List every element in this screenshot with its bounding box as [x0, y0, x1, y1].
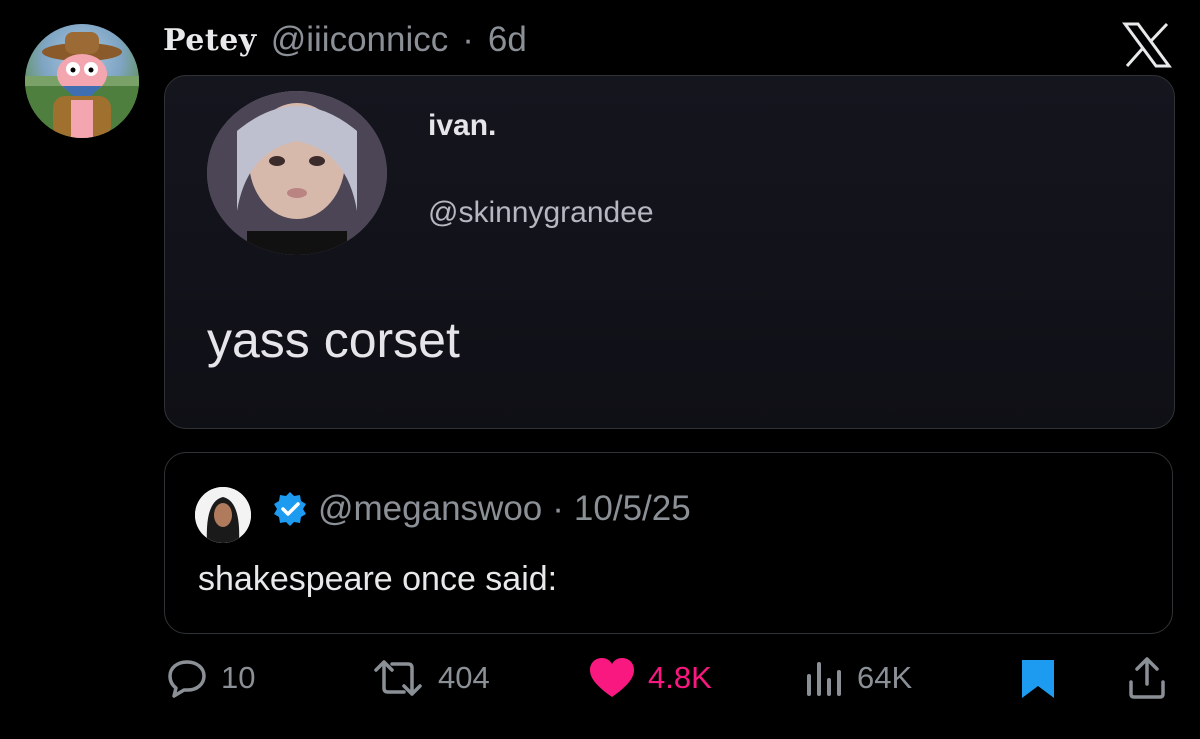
media-handle: @skinnygrandee [428, 196, 654, 229]
quoted-author-avatar[interactable] [195, 487, 251, 543]
action-bar: 10 404 4.8K 64K [0, 656, 1200, 708]
separator-dot: · [462, 20, 474, 59]
reply-button[interactable]: 10 [165, 656, 255, 700]
views-button[interactable]: 64K [803, 656, 912, 700]
bookmark-button[interactable] [1018, 656, 1058, 700]
quoted-date[interactable]: 10/5/25 [574, 489, 691, 529]
like-count: 4.8K [648, 660, 712, 695]
timestamp[interactable]: 6d [488, 20, 527, 60]
views-icon [807, 662, 841, 696]
media-image[interactable]: ivan. @skinnygrandee yass corset [164, 75, 1175, 429]
media-display-name: ivan. [428, 109, 497, 142]
tweet-header: Petey @iiiconnicc · 6d [163, 20, 527, 60]
bookmark-icon [1022, 660, 1054, 698]
quoted-tweet-header: @meganswoo · 10/5/25 [272, 489, 691, 529]
like-button[interactable]: 4.8K [588, 656, 712, 700]
reply-count: 10 [221, 660, 256, 695]
view-count: 64K [857, 660, 913, 695]
quoted-author-handle[interactable]: @meganswoo [318, 489, 542, 529]
media-post-text: yass corset [207, 312, 460, 368]
media-profile-avatar [207, 91, 387, 255]
repost-button[interactable]: 404 [370, 656, 490, 700]
reply-icon [168, 660, 206, 698]
share-button[interactable] [1126, 656, 1168, 700]
quoted-tweet[interactable]: @meganswoo · 10/5/25 shakespeare once sa… [164, 452, 1173, 634]
separator-dot: · [552, 489, 564, 528]
repost-count: 404 [438, 660, 490, 695]
display-name[interactable]: Petey [163, 23, 257, 58]
repost-icon [374, 660, 422, 696]
quoted-tweet-text: shakespeare once said: [198, 560, 558, 598]
x-logo-icon [1122, 22, 1172, 68]
heart-icon [590, 658, 634, 697]
author-handle[interactable]: @iiiconnicc [271, 20, 449, 60]
verified-badge-icon [274, 492, 306, 526]
author-avatar[interactable] [25, 24, 139, 138]
share-icon [1129, 657, 1165, 699]
